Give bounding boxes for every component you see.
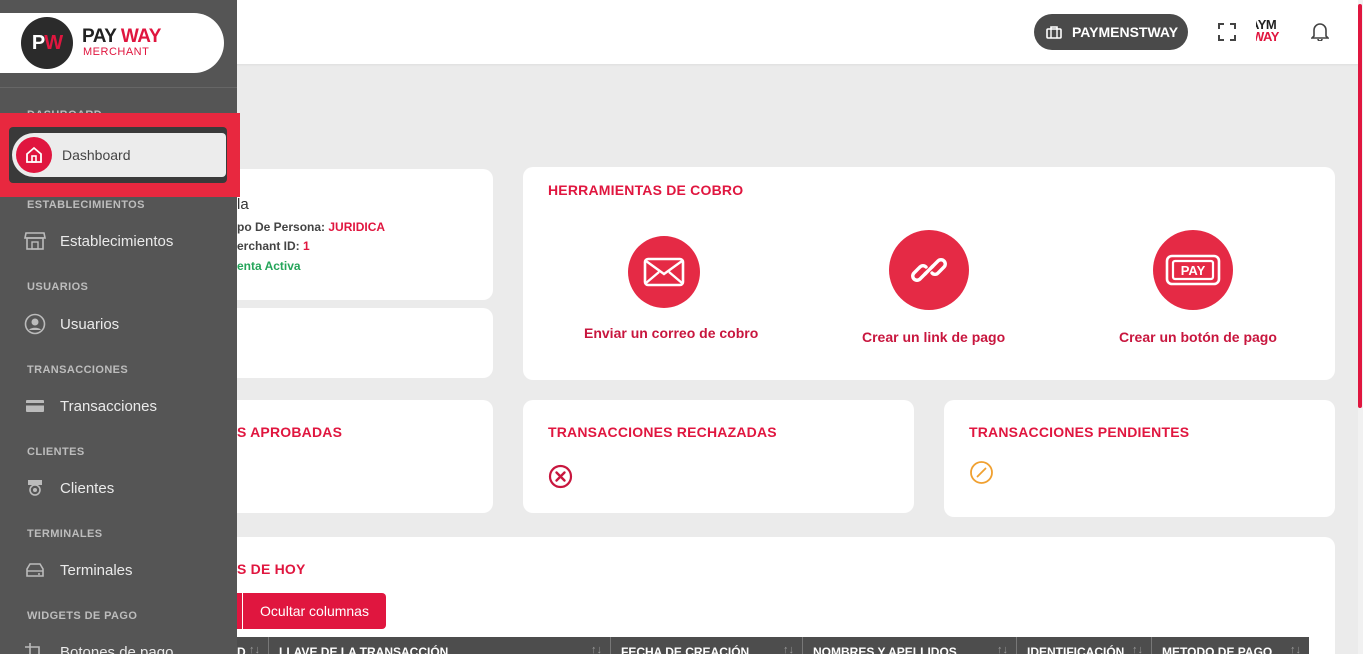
sort-icon: ↑↓ — [783, 644, 794, 654]
sidebar-item-clientes[interactable]: Clientes — [24, 473, 224, 503]
bell-icon[interactable] — [1311, 21, 1329, 41]
section-transacciones: TRANSACCIONES — [27, 364, 129, 376]
col-payment-method[interactable]: METODO DE PAGO ↑↓ — [1152, 637, 1309, 654]
section-usuarios: USUARIOS — [27, 281, 89, 293]
payway-logo[interactable]: PW PAY WAY MERCHANT — [0, 13, 224, 73]
store-icon — [1046, 26, 1062, 39]
hide-columns-button[interactable]: Ocultar columnas — [243, 593, 386, 629]
section-establecimientos: ESTABLECIMIENTOS — [27, 199, 145, 211]
pay-button-icon[interactable]: PAY — [1153, 230, 1233, 310]
rejected-icon — [548, 464, 573, 489]
page-scrollbar[interactable] — [1358, 0, 1363, 654]
pay-text: PAY — [1181, 263, 1206, 278]
profile-name: la — [237, 196, 249, 213]
sidebar-item-terminales[interactable]: Terminales — [24, 555, 224, 585]
payway-mini-logo[interactable]: AYM WAY — [1256, 19, 1292, 47]
mail-icon[interactable] — [628, 236, 700, 308]
crop-icon — [25, 643, 40, 654]
merchant-name: PAYMENSTWAY — [1072, 24, 1179, 40]
secondary-card — [220, 308, 493, 378]
col-transaction-key[interactable]: LLAVE DE LA TRANSACCIÓN ↑↓ — [269, 637, 611, 654]
sidebar-item-dashboard[interactable]: Dashboard — [12, 133, 226, 177]
col-created-date[interactable]: FECHA DE CREACIÓN ↑↓ — [611, 637, 803, 654]
sidebar-item-transacciones[interactable]: Transacciones — [24, 391, 224, 421]
sidebar-divider — [0, 87, 237, 88]
logo-mark: PW — [21, 17, 73, 69]
create-link-button[interactable]: Crear un link de pago — [862, 329, 1005, 345]
today-title: S DE HOY — [237, 561, 306, 577]
sidebar-item-establecimientos[interactable]: Establecimientos — [24, 226, 224, 256]
store-icon — [24, 232, 46, 250]
sort-icon: ↑↓ — [1132, 644, 1143, 654]
rejected-title: TRANSACCIONES RECHAZADAS — [548, 424, 777, 440]
pending-title: TRANSACCIONES PENDIENTES — [969, 424, 1190, 440]
sort-icon: ↑↓ — [1290, 644, 1301, 654]
card-icon — [26, 400, 44, 412]
sidebar-item-botones-de-pago[interactable]: Botones de pago — [24, 637, 224, 654]
rejected-card — [523, 400, 914, 513]
section-terminales: TERMINALES — [27, 528, 103, 540]
terminal-icon — [26, 563, 44, 577]
pending-card — [944, 400, 1335, 517]
section-clientes: CLIENTES — [27, 446, 85, 458]
sidebar: PW PAY WAY MERCHANT DASHBOARD ESTABLECIM… — [0, 0, 237, 654]
approved-title: S APROBADAS — [237, 424, 343, 440]
col-identification[interactable]: IDENTIFICACIÓN ↑↓ — [1017, 637, 1152, 654]
pending-icon — [970, 461, 993, 484]
transactions-table-header: D ↑↓ LLAVE DE LA TRANSACCIÓN ↑↓ FECHA DE C… — [237, 637, 1309, 654]
sort-icon: ↑↓ — [591, 644, 602, 654]
merchant-selector-button[interactable]: PAYMENSTWAY — [1034, 14, 1188, 50]
logo-subtitle: MERCHANT — [83, 46, 150, 58]
home-icon — [16, 137, 52, 173]
link-icon[interactable] — [889, 230, 969, 310]
col-id[interactable]: D ↑↓ — [237, 637, 269, 654]
export-button[interactable] — [237, 593, 242, 629]
sort-icon: ↑↓ — [997, 644, 1008, 654]
clients-icon — [28, 480, 42, 496]
create-pay-button-link[interactable]: Crear un botón de pago — [1119, 329, 1277, 345]
scrollbar-thumb[interactable] — [1358, 4, 1362, 408]
sort-icon: ↑↓ — [249, 644, 260, 654]
account-status: enta Activa — [237, 259, 301, 273]
approved-card — [220, 400, 493, 513]
profile-card — [220, 169, 493, 300]
merchant-id: erchant ID: 1 — [237, 239, 310, 253]
tools-title: HERRAMIENTAS DE COBRO — [548, 182, 744, 198]
send-email-link[interactable]: Enviar un correo de cobro — [584, 325, 758, 341]
section-widgets: WIDGETS DE PAGO — [27, 610, 138, 622]
user-icon — [24, 313, 46, 335]
person-type: po De Persona: JURIDICA — [237, 220, 386, 234]
logo-wordmark: PAY WAY — [82, 26, 161, 47]
col-full-name[interactable]: NOMBRES Y APELLIDOS ↑↓ — [803, 637, 1017, 654]
sidebar-item-label: Dashboard — [62, 147, 131, 163]
sidebar-item-usuarios[interactable]: Usuarios — [24, 309, 224, 339]
fullscreen-icon[interactable] — [1218, 23, 1236, 41]
